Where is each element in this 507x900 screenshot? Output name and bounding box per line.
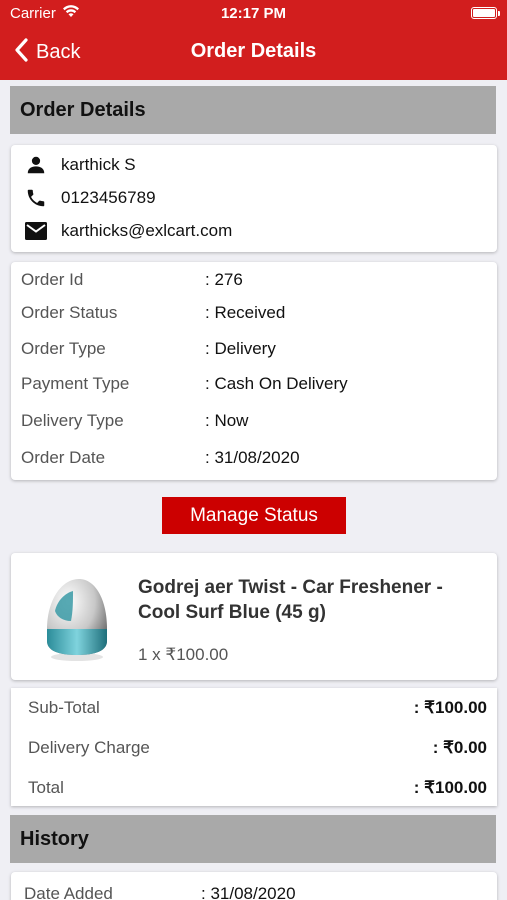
history-card: Date Added : 31/08/2020 <box>11 872 497 900</box>
person-icon <box>23 152 49 178</box>
order-status-row: Order Status : Received <box>11 303 497 327</box>
customer-email: karthicks@exlcart.com <box>61 221 233 240</box>
info-value: : 276 <box>205 270 243 289</box>
customer-name-row: karthick S <box>11 150 136 180</box>
delivery-type-row: Delivery Type : Now <box>11 411 497 435</box>
clock-time: 12:17 PM <box>220 5 287 22</box>
info-label: Delivery Type <box>21 411 124 430</box>
totals-value: : ₹100.00 <box>413 778 487 797</box>
product-qty-price: 1 x ₹100.00 <box>138 645 229 664</box>
info-value: : 31/08/2020 <box>205 448 300 467</box>
customer-phone-row[interactable]: 0123456789 <box>11 183 156 213</box>
totals-label: Sub-Total <box>28 698 100 717</box>
history-row: Date Added : 31/08/2020 <box>11 884 497 900</box>
customer-card: karthick S 0123456789 karthicks@exlcart.… <box>11 145 497 252</box>
order-info-card: Order Id : 276 Order Status : Received O… <box>11 262 497 480</box>
info-label: Order Type <box>21 339 106 358</box>
top-bar: Carrier 12:17 PM Back Order Details <box>0 0 507 80</box>
totals-label: Delivery Charge <box>28 738 150 757</box>
info-label: Order Status <box>21 303 118 322</box>
history-value: : 31/08/2020 <box>201 884 296 900</box>
info-label: Order Date <box>21 448 106 467</box>
manage-status-button[interactable]: Manage Status <box>162 497 346 534</box>
totals-card: Sub-Total : ₹100.00 Delivery Charge : ₹0… <box>11 688 497 806</box>
delivery-charge-row: Delivery Charge : ₹0.00 <box>11 738 497 764</box>
product-name: Godrej aer Twist - Car Freshener - Cool … <box>138 577 443 623</box>
customer-phone: 0123456789 <box>61 188 156 207</box>
totals-label: Total <box>28 778 64 797</box>
order-date-row: Order Date : 31/08/2020 <box>11 448 497 472</box>
info-label: Payment Type <box>21 374 130 393</box>
history-label: Date Added <box>24 884 113 900</box>
product-image <box>33 571 123 667</box>
info-value: : Received <box>205 303 286 322</box>
subtotal-row: Sub-Total : ₹100.00 <box>11 698 497 724</box>
total-row: Total : ₹100.00 <box>11 778 497 804</box>
page-title: Order Details <box>190 40 317 62</box>
status-bar: Carrier 12:17 PM <box>0 0 507 28</box>
battery-icon <box>471 7 500 19</box>
mail-icon <box>23 218 49 244</box>
totals-value: : ₹100.00 <box>413 698 487 717</box>
order-id-row: Order Id : 276 <box>11 270 497 294</box>
info-label: Order Id <box>21 270 84 289</box>
info-value: : Now <box>205 411 249 430</box>
phone-icon <box>23 185 49 211</box>
info-value: : Cash On Delivery <box>205 374 348 393</box>
totals-value: : ₹0.00 <box>432 738 487 757</box>
product-card[interactable]: Godrej aer Twist - Car Freshener - Cool … <box>11 553 497 680</box>
customer-name: karthick S <box>61 155 136 174</box>
order-type-row: Order Type : Delivery <box>11 339 497 363</box>
info-value: : Delivery <box>205 339 276 358</box>
customer-email-row[interactable]: karthicks@exlcart.com <box>11 216 232 246</box>
payment-type-row: Payment Type : Cash On Delivery <box>11 374 497 398</box>
history-header: History <box>10 815 496 863</box>
order-details-header: Order Details <box>10 86 496 134</box>
